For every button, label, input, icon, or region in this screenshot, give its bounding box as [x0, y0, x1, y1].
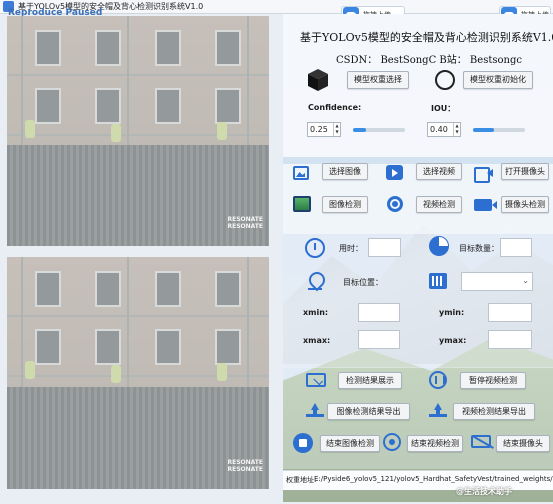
export-video-result-button[interactable]: 视频检测结果导出	[453, 403, 535, 420]
target-select-dropdown[interactable]: ⌄	[461, 272, 533, 291]
time-value	[368, 238, 401, 257]
target-position-label: 目标位置：	[343, 278, 383, 287]
confidence-spinbox[interactable]: 0.25 ▲ ▼	[307, 122, 341, 137]
stop-icon	[293, 433, 313, 453]
target-count-label: 目标数量：	[459, 244, 499, 253]
pause-icon	[429, 371, 447, 389]
webcam-icon	[387, 196, 403, 212]
panel-credits: CSDN： BestSongC B站： Bestsongc	[336, 55, 522, 66]
select-video-button[interactable]: 选择视频	[416, 163, 462, 180]
spin-arrows-icon[interactable]: ▲ ▼	[453, 123, 460, 136]
end-video-detect-button[interactable]: 结束视频检测	[407, 435, 463, 452]
ymax-value	[488, 330, 532, 349]
export-image-result-button[interactable]: 图像检测结果导出	[327, 403, 410, 420]
camera-icon	[474, 166, 494, 183]
control-panel: 基于YOLOv5模型的安全帽及背心检测识别系统V1.0 CSDN： BestSo…	[283, 14, 553, 502]
stop-record-icon	[383, 433, 401, 451]
chevron-down-icon[interactable]: ⌄	[522, 276, 529, 285]
iou-slider-fill	[473, 128, 494, 132]
image-watermark: RESONATE RESONATE	[227, 216, 263, 230]
export-icon	[306, 403, 324, 417]
ymin-label: ymin:	[439, 308, 465, 317]
panel-title: 基于YOLOv5模型的安全帽及背心检测识别系统V1.0	[300, 31, 553, 44]
camera-detect-button[interactable]: 摄像头检测	[501, 196, 549, 213]
xmin-value	[358, 303, 400, 322]
export-icon	[429, 403, 447, 417]
end-camera-button[interactable]: 结束摄像头	[496, 435, 550, 452]
image-detect-icon	[293, 196, 311, 212]
model-weight-select-button[interactable]: 模型权重选择	[347, 71, 409, 89]
image-watermark: RESONATE RESONATE	[227, 459, 263, 473]
ymin-value	[488, 303, 532, 322]
video-camera-icon	[474, 199, 497, 211]
cube-icon	[308, 69, 328, 91]
xmax-value	[358, 330, 400, 349]
iou-spinbox[interactable]: 0.40 ▲ ▼	[427, 122, 461, 137]
source-image-view: RESONATE RESONATE	[7, 16, 269, 246]
grid-icon	[429, 273, 447, 289]
confidence-slider-fill	[353, 128, 366, 132]
camera-off-icon	[471, 435, 491, 448]
confidence-slider[interactable]	[353, 128, 405, 132]
image-icon	[293, 166, 309, 180]
iou-label: IOU：	[431, 104, 456, 113]
title-bar: 基于YOLOv5模型的安全帽及背心检测识别系统V1.0 Reproduce Pa…	[0, 0, 553, 18]
status-bar: 权重地址: E:/Pyside6_yolov5_121/yolov5_Hardh…	[283, 470, 553, 490]
iou-slider[interactable]	[473, 128, 525, 132]
image-detect-button[interactable]: 图像检测	[322, 196, 368, 213]
model-weight-init-button[interactable]: 模型权重初始化	[463, 71, 533, 89]
confidence-value: 0.25	[310, 125, 328, 134]
video-detect-button[interactable]: 视频检测	[416, 196, 462, 213]
video-play-icon	[386, 165, 403, 180]
mail-icon	[306, 373, 326, 387]
corner-watermark: @生活技术助手	[456, 487, 512, 496]
clock-icon	[305, 238, 325, 258]
end-image-detect-button[interactable]: 结束图像检测	[320, 435, 380, 452]
pause-video-button[interactable]: 暂停视频检测	[460, 372, 526, 389]
spin-arrows-icon[interactable]: ▲ ▼	[333, 123, 340, 136]
result-image-view: RESONATE RESONATE	[7, 257, 269, 489]
target-count-value	[500, 238, 532, 257]
model-init-icon	[435, 70, 455, 90]
weight-path-value: E:/Pyside6_yolov5_121/yolov5_Hardhat_Saf…	[314, 475, 553, 483]
time-label: 用时：	[339, 244, 363, 253]
ymax-label: ymax:	[439, 336, 467, 345]
show-result-button[interactable]: 检测结果展示	[338, 372, 402, 389]
iou-value: 0.40	[430, 125, 448, 134]
pie-chart-icon	[429, 236, 449, 256]
xmin-label: xmin:	[303, 308, 329, 317]
xmax-label: xmax:	[303, 336, 331, 345]
select-image-button[interactable]: 选择图像	[322, 163, 368, 180]
open-camera-button[interactable]: 打开摄像头	[501, 163, 549, 180]
confidence-label: Confidence:	[308, 103, 362, 112]
weight-path-label: 权重地址:	[286, 476, 317, 484]
location-pin-icon	[308, 272, 322, 290]
